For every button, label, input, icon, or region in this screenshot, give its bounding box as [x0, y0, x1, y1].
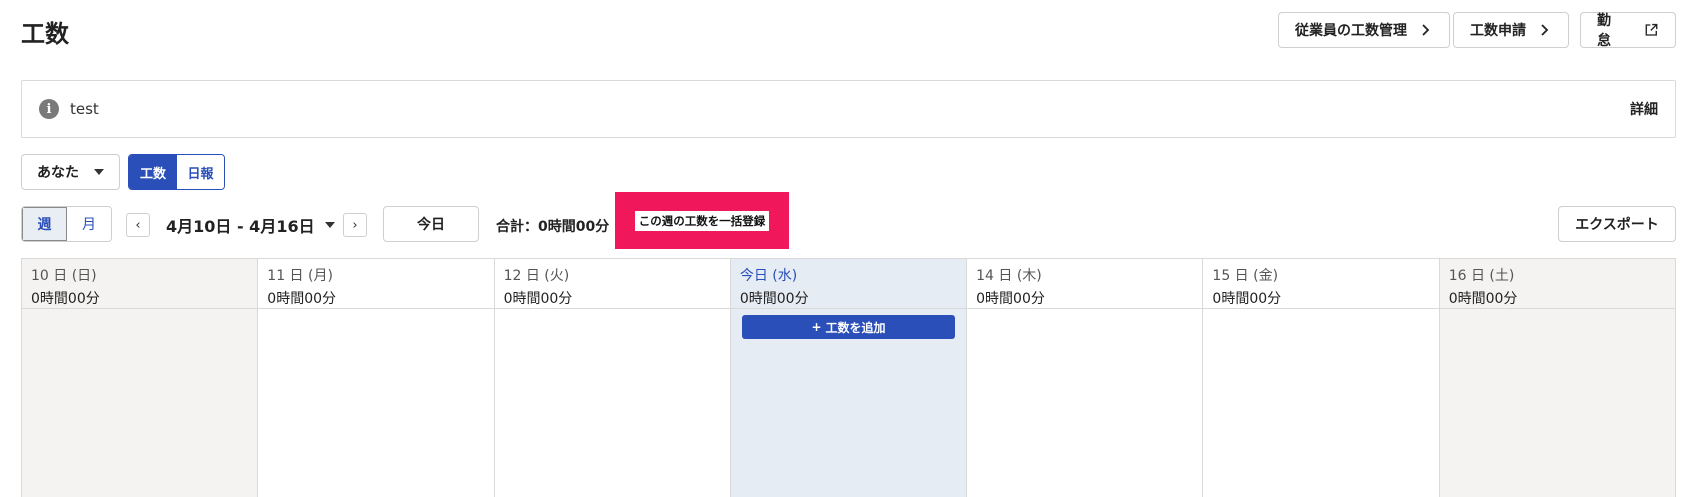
attendance-label: 勤怠	[1597, 13, 1611, 49]
day-column[interactable]: 10 日 (日) 0時間00分	[22, 259, 259, 497]
day-header: 今日 (水) 0時間00分	[730, 259, 967, 309]
bulk-register-button[interactable]: この週の工数を一括登録	[634, 210, 770, 231]
range-selector[interactable]: 4月10日 - 4月16日	[166, 213, 335, 237]
day-total: 0時間00分	[1448, 291, 1518, 307]
day-date: 14 日 (木)	[976, 268, 1042, 284]
day-column-today[interactable]: 今日 (水) 0時間00分 + 工数を追加	[730, 259, 968, 497]
day-date: 16 日 (土)	[1448, 268, 1515, 284]
user-select[interactable]: あなた	[21, 154, 120, 190]
chevron-right-icon	[1541, 24, 1549, 36]
day-column[interactable]: 11 日 (月) 0時間00分	[258, 259, 495, 497]
info-icon: i	[39, 99, 59, 119]
prev-week-button[interactable]: ‹	[126, 213, 150, 237]
day-header: 14 日 (木) 0時間00分	[967, 259, 1203, 309]
tab-month[interactable]: 月	[67, 207, 111, 241]
tab-daily-report[interactable]: 日報	[177, 155, 224, 189]
day-column[interactable]: 12 日 (火) 0時間00分	[494, 259, 731, 497]
caret-down-icon	[324, 222, 335, 228]
page-title: 工数	[21, 20, 69, 48]
day-header: 10 日 (日) 0時間00分	[22, 259, 258, 309]
week-total: 合計：0時間00分	[496, 219, 610, 235]
view-toggle: 工数 日報	[128, 154, 225, 190]
day-header: 11 日 (月) 0時間00分	[258, 259, 494, 309]
add-effort-label: 工数を追加	[825, 320, 886, 335]
info-detail-link[interactable]: 詳細	[1630, 99, 1658, 119]
day-total: 0時間00分	[267, 291, 337, 307]
export-button[interactable]: エクスポート	[1558, 206, 1676, 242]
range-label: 4月10日 - 4月16日	[166, 217, 315, 236]
caret-down-icon	[94, 169, 104, 175]
employee-manage-label: 従業員の工数管理	[1295, 23, 1407, 39]
day-date: 15 日 (金)	[1212, 268, 1279, 284]
external-link-icon	[1646, 23, 1658, 36]
day-total: 0時間00分	[31, 291, 100, 307]
day-total: 0時間00分	[739, 291, 809, 307]
day-total: 0時間00分	[976, 291, 1045, 307]
employee-manage-button[interactable]: 従業員の工数管理	[1278, 12, 1450, 48]
info-text: test	[70, 100, 99, 118]
period-toggle: 週 月	[21, 206, 112, 242]
tab-effort[interactable]: 工数	[129, 155, 177, 189]
attendance-button[interactable]: 勤怠	[1580, 12, 1676, 49]
day-total: 0時間00分	[1212, 291, 1282, 307]
day-total: 0時間00分	[503, 291, 573, 307]
info-banner: i test 詳細	[21, 80, 1676, 138]
day-column[interactable]: 15 日 (金) 0時間00分	[1203, 259, 1440, 497]
day-header: 16 日 (土) 0時間00分	[1439, 259, 1675, 309]
day-date: 今日 (水)	[739, 268, 798, 284]
today-button[interactable]: 今日	[383, 206, 479, 242]
day-date: 12 日 (火)	[503, 268, 570, 284]
application-label: 工数申請	[1470, 23, 1526, 39]
bulk-register-highlight: この週の工数を一括登録	[615, 192, 789, 249]
day-date: 11 日 (月)	[267, 268, 333, 284]
day-header: 15 日 (金) 0時間00分	[1203, 259, 1439, 309]
tab-week[interactable]: 週	[22, 207, 67, 241]
next-week-button[interactable]: ›	[343, 213, 367, 237]
week-calendar: 10 日 (日) 0時間00分 11 日 (月) 0時間00分 12 日 (火)…	[21, 258, 1676, 497]
add-effort-button[interactable]: + 工数を追加	[741, 315, 956, 339]
chevron-right-icon	[1422, 24, 1430, 36]
day-header: 12 日 (火) 0時間00分	[494, 259, 730, 309]
user-select-value: あなた	[37, 165, 79, 181]
plus-icon: +	[811, 320, 822, 334]
day-column[interactable]: 14 日 (木) 0時間00分	[967, 259, 1204, 497]
day-date: 10 日 (日)	[31, 268, 97, 284]
application-button[interactable]: 工数申請	[1453, 12, 1569, 48]
day-column[interactable]: 16 日 (土) 0時間00分	[1439, 259, 1676, 497]
